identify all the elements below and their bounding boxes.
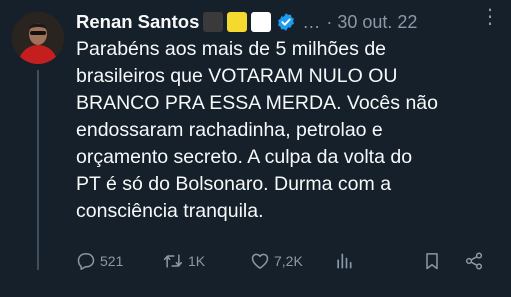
reply-count: 521	[100, 253, 124, 269]
bookmark-button[interactable]	[422, 246, 442, 276]
tweet-date[interactable]: · 30 out. 22	[326, 12, 417, 33]
tweet-header: Renan Santos … · 30 out. 22	[76, 10, 501, 34]
tweet-text-line: consciência tranquila.	[76, 200, 264, 222]
retweet-button[interactable]: 1K	[162, 246, 205, 276]
tweet-text-line: orçamento secreto. A culpa da volta do	[76, 146, 413, 168]
avatar[interactable]	[12, 12, 64, 64]
tweet-actions: 521 1K 7,2K	[76, 246, 501, 276]
share-icon	[465, 252, 483, 270]
flag-emoji-1	[203, 12, 224, 32]
retweet-icon	[163, 254, 183, 268]
share-button[interactable]	[464, 246, 484, 276]
reply-button[interactable]: 521	[76, 246, 123, 276]
bookmark-icon	[426, 253, 438, 270]
header-ellipsis: …	[302, 11, 321, 32]
author-name[interactable]: Renan Santos	[76, 11, 199, 33]
retweet-count: 1K	[188, 253, 206, 269]
reply-icon	[77, 253, 95, 270]
like-count: 7,2K	[274, 253, 303, 269]
like-button[interactable]: 7,2K	[250, 246, 303, 276]
flag-emoji-3	[251, 12, 272, 32]
flag-emoji-2	[227, 12, 248, 32]
tweet-text-line: brasileiros que VOTARAM NULO OU	[76, 65, 398, 87]
tweet[interactable]: Renan Santos … · 30 out. 22 ⋮ Parabéns a…	[0, 0, 511, 297]
views-button[interactable]	[334, 246, 354, 276]
tweet-text: Parabéns aos mais de 5 milhões de brasil…	[76, 36, 501, 225]
bar-chart-icon	[337, 253, 352, 269]
tweet-text-line: BRANCO PRA ESSA MERDA. Vocês não	[76, 92, 438, 114]
verified-badge-icon	[276, 12, 296, 32]
avatar-image	[12, 12, 64, 64]
tweet-text-line: endossaram rachadinha, petrolao e	[76, 119, 383, 141]
thread-line	[37, 70, 39, 270]
tweet-text-line: PT é só do Bolsonaro. Durma com a	[76, 173, 392, 195]
more-options-icon[interactable]: ⋮	[480, 4, 501, 29]
tweet-text-line: Parabéns aos mais de 5 milhões de	[76, 38, 387, 60]
heart-icon	[251, 253, 269, 269]
